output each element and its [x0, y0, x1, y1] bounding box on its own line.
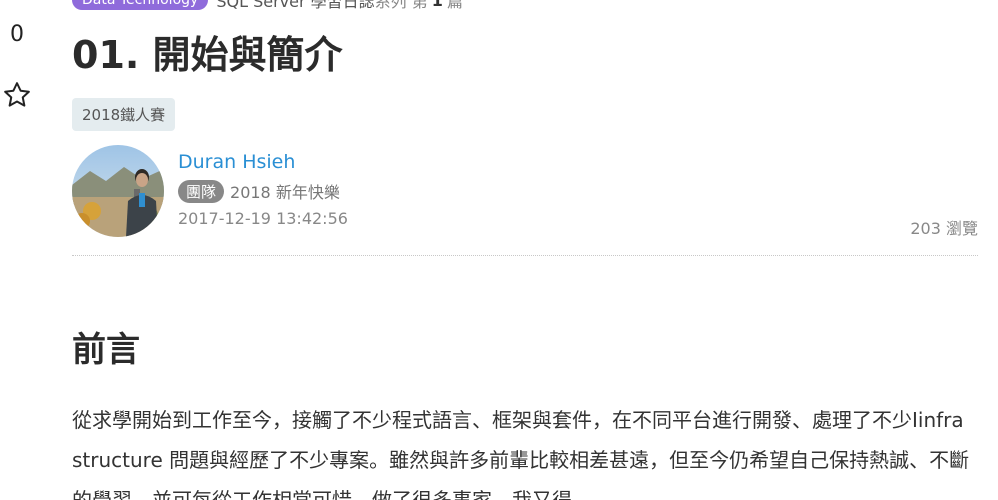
post-time: 2017-12-19 13:42:56 — [178, 209, 348, 228]
series-suffix: 篇 — [446, 0, 463, 11]
star-outline-icon[interactable] — [2, 80, 32, 110]
article-title: 01. 開始與簡介 — [72, 33, 343, 77]
series-prefix: 系列 第 — [374, 0, 428, 11]
author-name-link[interactable]: Duran Hsieh — [178, 149, 348, 175]
team-badge: 團隊 — [178, 179, 225, 203]
avatar-photo — [72, 145, 164, 237]
series-name-link[interactable]: SQL Server 學習日誌 — [216, 0, 374, 12]
article-paragraph: 從求學開始到工作至今，接觸了不少程式語言、框架與套件，在不同平台進行開發、處理了… — [72, 408, 970, 500]
article-main: Data Technology SQL Server 學習日誌 系列 第 1 篇… — [72, 0, 978, 500]
series-info: Data Technology SQL Server 學習日誌 系列 第 1 篇 — [72, 0, 978, 14]
vote-column: 0 — [0, 20, 34, 110]
article-page: 0 Data Technology SQL Server 學習日誌 系列 第 1… — [0, 0, 998, 500]
author-avatar[interactable] — [72, 145, 164, 237]
series-category-badge[interactable]: Data Technology — [72, 0, 209, 10]
author-block: Duran Hsieh 團隊 2018 新年快樂 2017-12-19 13:4… — [72, 145, 978, 256]
author-info: Duran Hsieh 團隊 2018 新年快樂 2017-12-19 13:4… — [178, 149, 348, 228]
view-count: 203 瀏覽 — [910, 219, 978, 238]
like-count: 0 — [10, 22, 24, 47]
team-name[interactable]: 2018 新年快樂 — [230, 179, 340, 203]
team-line: 團隊 2018 新年快樂 — [178, 179, 348, 203]
series-number: 1 — [431, 0, 443, 10]
article-tag[interactable]: 2018鐵人賽 — [72, 98, 176, 131]
section-heading: 前言 — [72, 330, 140, 370]
